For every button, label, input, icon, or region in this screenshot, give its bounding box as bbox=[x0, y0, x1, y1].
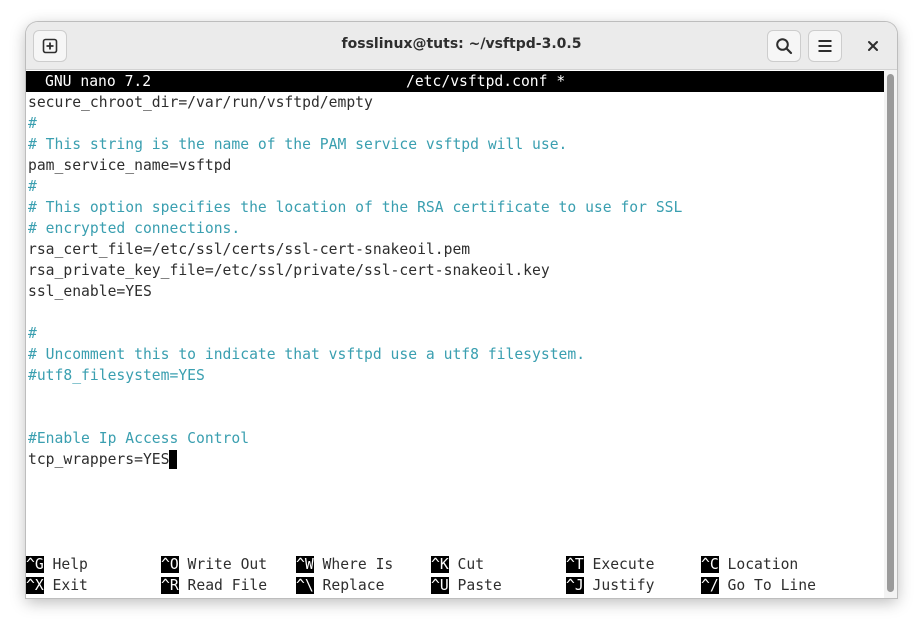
shortcut-label: Where Is bbox=[322, 556, 394, 573]
shortcut-key: ^\ bbox=[296, 577, 314, 594]
shortcut-key: ^C bbox=[701, 556, 719, 573]
shortcut-where-is: ^W Where Is bbox=[296, 554, 393, 575]
config-comment-line: #utf8_filesystem=YES bbox=[28, 367, 205, 384]
shortcut-label: Justify bbox=[592, 577, 655, 594]
config-line: rsa_cert_file=/etc/ssl/certs/ssl-cert-sn… bbox=[28, 241, 471, 258]
nano-version: GNU nano 7.2 bbox=[45, 73, 152, 90]
shortcut-paste: ^U Paste bbox=[431, 575, 502, 596]
hamburger-menu-icon bbox=[818, 40, 832, 52]
search-button[interactable] bbox=[767, 30, 801, 62]
shortcut-exit: ^X Exit bbox=[26, 575, 88, 596]
shortcut-label: Help bbox=[52, 556, 88, 573]
config-line: ssl_enable=YES bbox=[28, 283, 152, 300]
config-comment-line: # encrypted connections. bbox=[28, 220, 241, 237]
shortcut-key: ^X bbox=[26, 577, 44, 594]
shortcut-key: ^R bbox=[161, 577, 179, 594]
shortcut-label: Exit bbox=[52, 577, 88, 594]
shortcut-justify: ^J Justify bbox=[566, 575, 654, 596]
config-comment-line: # bbox=[28, 178, 37, 195]
shortcut-key: ^K bbox=[431, 556, 449, 573]
config-line: rsa_private_key_file=/etc/ssl/private/ss… bbox=[28, 262, 550, 279]
shortcut-location: ^C Location bbox=[701, 554, 798, 575]
shortcut-go-to-line: ^/ Go To Line bbox=[701, 575, 816, 596]
nano-filename: /etc/vsftpd.conf * bbox=[406, 73, 566, 90]
shortcut-label: Read File bbox=[187, 577, 268, 594]
terminal-window: fosslinux@tuts: ~/vsftpd-3.0.5 GNU nano … bbox=[26, 22, 897, 598]
shortcut-key: ^O bbox=[161, 556, 179, 573]
scrollbar-thumb[interactable] bbox=[887, 74, 894, 592]
shortcut-write-out: ^O Write Out bbox=[161, 554, 267, 575]
config-line: secure_chroot_dir=/var/run/vsftpd/empty bbox=[28, 94, 373, 111]
config-comment-line: #Enable Ip Access Control bbox=[28, 430, 250, 447]
menu-button[interactable] bbox=[808, 30, 842, 62]
shortcut-label: Cut bbox=[457, 556, 485, 573]
search-icon bbox=[776, 38, 793, 55]
close-icon bbox=[868, 41, 878, 51]
shortcut-cut: ^K Cut bbox=[431, 554, 484, 575]
shortcut-label: Execute bbox=[592, 556, 655, 573]
terminal-area[interactable]: GNU nano 7.2 /etc/vsftpd.conf * secure_c… bbox=[26, 70, 884, 598]
scrollbar[interactable] bbox=[884, 70, 897, 598]
config-comment-line: # This string is the name of the PAM ser… bbox=[28, 136, 568, 153]
shortcut-key: ^W bbox=[296, 556, 314, 573]
config-line: tcp_wrappers=YES bbox=[28, 449, 178, 470]
shortcut-label: Replace bbox=[322, 577, 385, 594]
shortcut-label: Go To Line bbox=[727, 577, 816, 594]
nano-header-bar: GNU nano 7.2 /etc/vsftpd.conf * bbox=[26, 71, 884, 92]
shortcut-label: Location bbox=[727, 556, 799, 573]
text-cursor bbox=[169, 450, 178, 469]
shortcut-label: Paste bbox=[457, 577, 502, 594]
config-comment-line: # bbox=[28, 325, 37, 342]
titlebar: fosslinux@tuts: ~/vsftpd-3.0.5 bbox=[26, 22, 897, 70]
config-line: pam_service_name=vsftpd bbox=[28, 157, 232, 174]
shortcut-help: ^G Help bbox=[26, 554, 88, 575]
config-comment-line: # Uncomment this to indicate that vsftpd… bbox=[28, 346, 586, 363]
shortcut-key: ^J bbox=[566, 577, 584, 594]
shortcut-key: ^T bbox=[566, 556, 584, 573]
shortcut-key: ^G bbox=[26, 556, 44, 573]
close-button[interactable] bbox=[858, 30, 888, 62]
shortcut-execute: ^T Execute bbox=[566, 554, 654, 575]
config-comment-line: # bbox=[28, 115, 37, 132]
shortcut-key: ^U bbox=[431, 577, 449, 594]
shortcut-label: Write Out bbox=[187, 556, 268, 573]
shortcut-read-file: ^R Read File bbox=[161, 575, 267, 596]
shortcut-key: ^/ bbox=[701, 577, 719, 594]
config-comment-line: # This option specifies the location of … bbox=[28, 199, 683, 216]
shortcut-replace: ^\ Replace bbox=[296, 575, 384, 596]
